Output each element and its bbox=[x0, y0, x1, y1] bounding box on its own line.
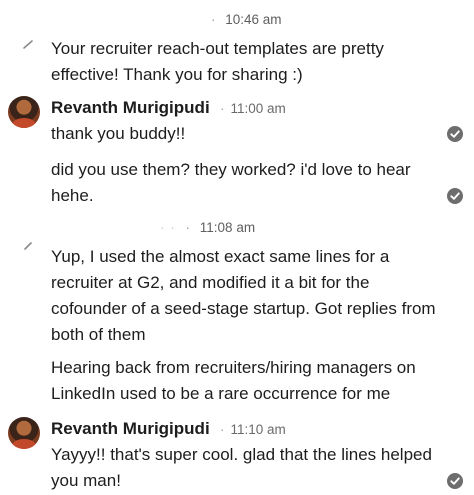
message-text: Yup, I used the almost exact same lines … bbox=[51, 247, 436, 344]
time-text: 11:00 am bbox=[230, 101, 286, 116]
message-thread: · 10:46 am Your recruiter reach-out temp… bbox=[0, 0, 474, 495]
message-text: did you use them? they worked? i'd love … bbox=[51, 160, 411, 205]
separator-dot: · bbox=[220, 422, 225, 437]
message-text: Hearing back from recruiters/hiring mana… bbox=[51, 358, 416, 403]
sender-name[interactable]: Revanth Murigipudi bbox=[51, 419, 210, 439]
check-circle-icon bbox=[447, 473, 463, 489]
message-time: 10:46 am bbox=[225, 12, 282, 27]
separator-dot: · bbox=[211, 12, 216, 27]
avatar[interactable] bbox=[8, 417, 40, 449]
message-text: Your recruiter reach-out templates are p… bbox=[51, 39, 384, 84]
timestamp-header: · 10:46 am bbox=[205, 12, 474, 27]
message-text: thank you buddy!! bbox=[51, 124, 186, 143]
pen-stroke-icon bbox=[23, 40, 33, 49]
message-time: · 11:10 am bbox=[220, 422, 286, 437]
timestamp-header: · · · 11:08 am bbox=[160, 220, 474, 235]
time-text: 11:10 am bbox=[230, 422, 286, 437]
separator-dot: · bbox=[185, 220, 191, 235]
check-circle-icon bbox=[447, 126, 463, 142]
message-text: Yayyy!! that's super cool. glad that the… bbox=[51, 445, 432, 490]
message-time: 11:08 am bbox=[199, 220, 256, 235]
pen-stroke-icon bbox=[24, 242, 32, 250]
check-circle-icon bbox=[447, 188, 463, 204]
sender-name[interactable]: Revanth Murigipudi bbox=[51, 98, 210, 118]
separator-dot: · bbox=[220, 101, 225, 116]
blurred-name: · · bbox=[160, 220, 176, 235]
message-time: · 11:00 am bbox=[220, 101, 286, 116]
avatar[interactable] bbox=[8, 96, 40, 128]
